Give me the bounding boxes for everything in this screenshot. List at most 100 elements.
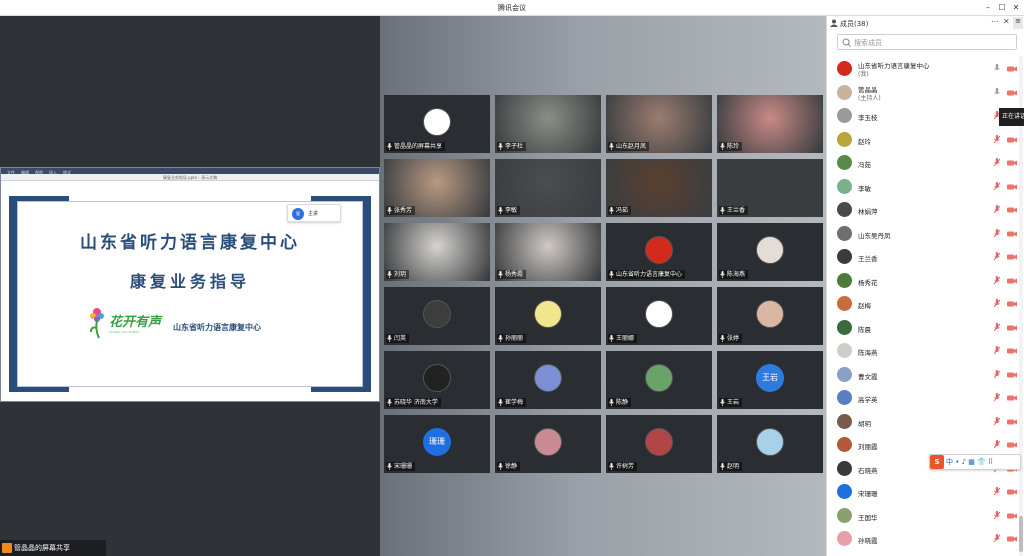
panel-close-icon[interactable]: ✕ bbox=[1003, 17, 1010, 26]
video-tile[interactable]: 张秀芳 bbox=[384, 159, 490, 217]
member-mic-icon[interactable] bbox=[994, 64, 1000, 73]
screen-share-indicator[interactable]: 管晶晶的屏幕共享 bbox=[0, 540, 106, 556]
member-mic-icon[interactable] bbox=[994, 416, 1000, 426]
video-tile[interactable]: 徐静 bbox=[495, 415, 601, 473]
member-row[interactable]: 山东省听力语言康复中心 (我) bbox=[827, 58, 1021, 80]
member-name: 胡玥 bbox=[858, 419, 871, 428]
video-tile[interactable]: 珊珊 宋珊珊 bbox=[384, 415, 490, 473]
member-mic-icon[interactable] bbox=[994, 346, 1000, 355]
member-camera-icon[interactable] bbox=[1007, 348, 1017, 354]
member-mic-icon[interactable] bbox=[994, 252, 1000, 261]
member-camera-icon[interactable] bbox=[1007, 207, 1017, 213]
member-camera-icon[interactable] bbox=[1007, 137, 1017, 143]
member-mic-icon[interactable] bbox=[994, 393, 1000, 402]
member-camera-icon[interactable] bbox=[1007, 231, 1017, 237]
member-row[interactable]: 胡玥 bbox=[827, 411, 1021, 433]
video-tile[interactable]: 王丽娜 bbox=[606, 287, 712, 345]
member-row[interactable]: 李玉枝 bbox=[827, 105, 1021, 127]
video-tile[interactable]: 闫英 bbox=[384, 287, 490, 345]
video-tile[interactable]: 苏晓华 济南大学 bbox=[384, 351, 490, 409]
panel-more-icon[interactable]: ⋯ bbox=[991, 17, 999, 26]
member-row[interactable]: 赵梅 bbox=[827, 293, 1021, 315]
video-tile[interactable]: 陈海燕 bbox=[717, 223, 823, 281]
presenter-chip[interactable]: 管 主讲 bbox=[287, 204, 341, 222]
member-list-scroll-thumb[interactable] bbox=[1019, 516, 1023, 552]
member-mic-icon[interactable] bbox=[994, 440, 1000, 449]
video-tile[interactable]: 李敏 bbox=[495, 159, 601, 217]
member-row[interactable]: 李敏 bbox=[827, 176, 1021, 198]
video-tile[interactable]: 刘玥 bbox=[384, 223, 490, 281]
member-row[interactable]: 山东吴丹凤 bbox=[827, 223, 1021, 245]
video-tile[interactable]: 山东省听力语言康复中心 bbox=[606, 223, 712, 281]
member-camera-icon[interactable] bbox=[1007, 278, 1017, 284]
member-mic-icon[interactable] bbox=[994, 275, 1000, 285]
member-row[interactable]: 管晶晶 (主持人) bbox=[827, 82, 1021, 104]
video-tile[interactable]: 崔学梅 bbox=[495, 351, 601, 409]
member-search[interactable]: 搜索成员 bbox=[837, 34, 1017, 50]
member-mic-icon[interactable] bbox=[994, 322, 1000, 332]
member-mic-icon[interactable] bbox=[994, 534, 1000, 543]
video-tile[interactable]: 管晶晶的屏幕共享 bbox=[384, 95, 490, 153]
member-camera-icon[interactable] bbox=[1007, 254, 1017, 260]
member-camera-icon[interactable] bbox=[1007, 184, 1017, 190]
member-mic-icon[interactable] bbox=[994, 369, 1000, 379]
video-tile[interactable]: 李子杜 bbox=[495, 95, 601, 153]
member-row[interactable]: 陈晨 bbox=[827, 317, 1021, 339]
member-mic-icon[interactable] bbox=[994, 228, 1000, 238]
member-camera-icon[interactable] bbox=[1007, 372, 1017, 378]
member-row[interactable]: 冯茹 bbox=[827, 152, 1021, 174]
ime-items[interactable]: 中 • ♪ ▦ 👕 ⠿ bbox=[946, 458, 993, 466]
member-mic-icon[interactable] bbox=[994, 158, 1000, 167]
close-button[interactable]: ✕ bbox=[1010, 2, 1022, 14]
member-camera-icon[interactable] bbox=[1007, 442, 1017, 448]
member-camera-icon[interactable] bbox=[1007, 325, 1017, 331]
video-tile[interactable]: 杨秀霞 bbox=[495, 223, 601, 281]
member-mic-icon[interactable] bbox=[994, 299, 1000, 308]
member-mic-icon[interactable] bbox=[994, 510, 1000, 520]
member-list-scrollbar[interactable] bbox=[1019, 56, 1023, 556]
video-tile[interactable]: 冯茹 bbox=[606, 159, 712, 217]
member-mic-icon[interactable] bbox=[994, 205, 1000, 214]
member-camera-icon[interactable] bbox=[1007, 489, 1017, 495]
member-mic-icon[interactable] bbox=[994, 87, 1000, 97]
member-row[interactable]: 王国华 bbox=[827, 505, 1021, 527]
video-tile[interactable]: 孙丽丽 bbox=[495, 287, 601, 345]
video-tile[interactable]: 赵明 bbox=[717, 415, 823, 473]
video-tile[interactable]: 陈玲 bbox=[717, 95, 823, 153]
member-camera-icon[interactable] bbox=[1007, 66, 1017, 72]
member-camera-icon[interactable] bbox=[1007, 419, 1017, 425]
video-tile[interactable]: 王岩 王岩 bbox=[717, 351, 823, 409]
video-tile[interactable]: 许树芳 bbox=[606, 415, 712, 473]
member-row[interactable]: 刘丽霞 bbox=[827, 434, 1021, 456]
member-camera-icon[interactable] bbox=[1007, 395, 1017, 401]
member-row[interactable]: 宋珊珊 bbox=[827, 481, 1021, 503]
member-camera-icon[interactable] bbox=[1007, 301, 1017, 307]
maximize-button[interactable]: ☐ bbox=[996, 2, 1008, 14]
video-tile[interactable]: 王兰香 bbox=[717, 159, 823, 217]
member-row[interactable]: 曹文霞 bbox=[827, 364, 1021, 386]
member-row[interactable]: 杨秀花 bbox=[827, 270, 1021, 292]
member-mic-icon[interactable] bbox=[994, 487, 1000, 496]
member-row[interactable]: 林娟萍 bbox=[827, 199, 1021, 221]
minimize-button[interactable]: – bbox=[982, 2, 994, 14]
member-row[interactable]: 赵玲 bbox=[827, 129, 1021, 151]
member-row[interactable]: 高学英 bbox=[827, 387, 1021, 409]
video-tile[interactable]: 张婷 bbox=[717, 287, 823, 345]
screen-share-area: 文件 编辑 视图 插入 格式 康复业务指导.pptx - 演示文稿 山东省听力语言康复中… bbox=[0, 16, 380, 556]
video-tile[interactable]: 陈静 bbox=[606, 351, 712, 409]
member-row[interactable]: 陈海燕 bbox=[827, 340, 1021, 362]
member-camera-icon[interactable] bbox=[1007, 513, 1017, 519]
member-camera-icon[interactable] bbox=[1007, 536, 1017, 542]
input-method-bar[interactable]: S中 • ♪ ▦ 👕 ⠿ bbox=[929, 454, 1021, 470]
member-mic-icon[interactable] bbox=[994, 181, 1000, 191]
search-input[interactable]: 搜索成员 bbox=[854, 38, 882, 48]
member-name: 石晓燕 bbox=[858, 466, 878, 475]
member-row[interactable]: 王兰香 bbox=[827, 246, 1021, 268]
member-row[interactable]: 孙晓霞 bbox=[827, 528, 1021, 550]
participant-name: 许树芳 bbox=[616, 463, 635, 470]
member-mic-icon[interactable] bbox=[994, 134, 1000, 144]
member-camera-icon[interactable] bbox=[1007, 90, 1017, 96]
video-tile[interactable]: 山东赵月凤 bbox=[606, 95, 712, 153]
member-camera-icon[interactable] bbox=[1007, 160, 1017, 166]
panel-menu-icon[interactable]: ≡ bbox=[1013, 17, 1023, 29]
